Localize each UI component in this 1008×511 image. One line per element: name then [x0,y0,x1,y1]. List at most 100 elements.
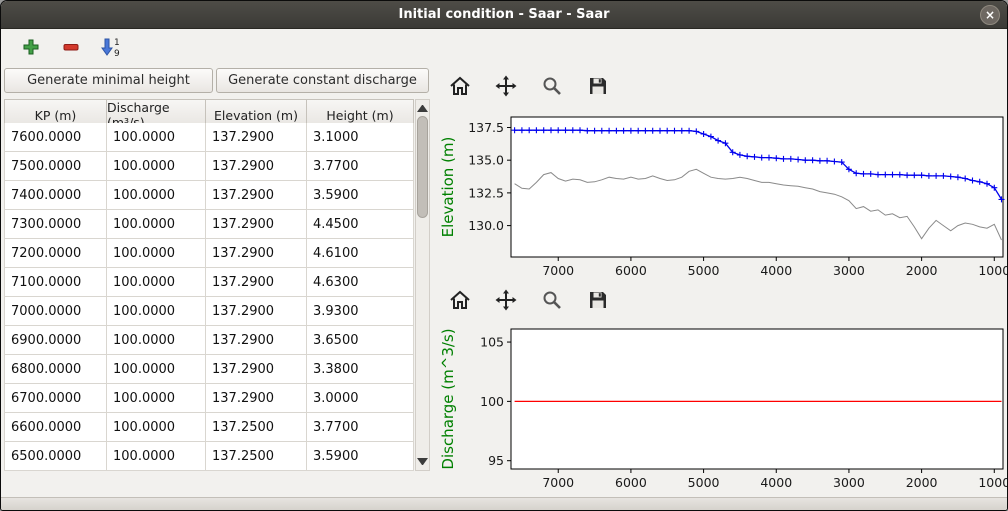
table-cell[interactable]: 100.0000 [107,442,206,471]
save-floppy-icon [586,288,610,312]
discharge-chart[interactable]: 700060005000400030002000100010510095Disc… [437,317,1008,499]
table-cell[interactable]: 137.2500 [206,413,307,442]
y-tick-label: 95 [488,453,504,468]
y-tick-label: 137.5 [468,120,504,135]
table-cell[interactable]: 7200.0000 [4,239,107,268]
generate-minimal-height-button[interactable]: Generate minimal height [4,68,213,93]
x-tick-label: 4000 [760,475,792,490]
table-cell[interactable]: 7400.0000 [4,181,107,210]
scroll-up-arrow-icon[interactable] [417,105,428,112]
remove-row-button[interactable] [57,33,85,61]
table-cell[interactable]: 100.0000 [107,297,206,326]
table-cell[interactable]: 137.2900 [206,268,307,297]
x-tick-label: 2000 [906,475,938,490]
zoom-button[interactable] [539,287,565,313]
table-cell[interactable]: 3.0000 [307,384,414,413]
table-cell[interactable]: 4.6100 [307,239,414,268]
table-cell[interactable]: 137.2900 [206,123,307,152]
table-cell[interactable]: 6600.0000 [4,413,107,442]
table-cell[interactable]: 6500.0000 [4,442,107,471]
table-cell[interactable]: 3.3800 [307,355,414,384]
table-scrollbar[interactable] [415,99,430,471]
x-tick-label: 4000 [760,263,792,278]
table-cell[interactable]: 7000.0000 [4,297,107,326]
table-row: 7000.0000100.0000137.29003.9300 [4,297,414,326]
x-tick-label: 3000 [833,263,865,278]
table-cell[interactable]: 4.6300 [307,268,414,297]
table-cell[interactable]: 137.2900 [206,210,307,239]
table-row: 7400.0000100.0000137.29003.5900 [4,181,414,210]
table-cell[interactable]: 137.2900 [206,355,307,384]
save-button[interactable] [585,73,611,99]
y-tick-label: 130.0 [468,218,504,233]
minus-icon [61,37,81,57]
plot-area [511,117,1003,257]
table-row: 6500.0000100.0000137.25003.5900 [4,442,414,471]
table-cell[interactable]: 3.7700 [307,152,414,181]
home-button[interactable] [447,287,473,313]
home-icon [448,74,472,98]
home-button[interactable] [447,73,473,99]
table-cell[interactable]: 3.5900 [307,442,414,471]
table-cell[interactable]: 3.7700 [307,413,414,442]
table-cell[interactable]: 3.1000 [307,123,414,152]
x-tick-label: 3000 [833,475,865,490]
table-cell[interactable]: 7300.0000 [4,210,107,239]
initial-condition-table: KP (m)Discharge (m³/s)Elevation (m)Heigh… [4,99,414,471]
table-cell[interactable]: 100.0000 [107,413,206,442]
sort-button[interactable]: 1 9 [97,33,125,61]
close-button[interactable]: × [980,5,1000,25]
zoom-button[interactable] [539,73,565,99]
table-cell[interactable]: 7600.0000 [4,123,107,152]
table-cell[interactable]: 100.0000 [107,355,206,384]
table-cell[interactable]: 137.2900 [206,326,307,355]
table-cell[interactable]: 7500.0000 [4,152,107,181]
pan-move-icon [494,74,518,98]
table-cell[interactable]: 137.2500 [206,442,307,471]
x-tick-label: 1000 [978,263,1008,278]
y-tick-label: 135.0 [468,153,504,168]
table-row: 7600.0000100.0000137.29003.1000 [4,123,414,152]
close-icon: × [985,9,995,21]
add-row-button[interactable] [17,33,45,61]
table-cell[interactable]: 6800.0000 [4,355,107,384]
table-cell[interactable]: 137.2900 [206,297,307,326]
x-tick-label: 6000 [615,475,647,490]
title-bar[interactable]: Initial condition - Saar - Saar × [1,1,1007,29]
table-cell[interactable]: 100.0000 [107,181,206,210]
table-cell[interactable]: 137.2900 [206,152,307,181]
generate-constant-discharge-button[interactable]: Generate constant discharge [216,68,429,93]
table-cell[interactable]: 3.6500 [307,326,414,355]
home-icon [448,288,472,312]
scrollbar-thumb[interactable] [417,116,428,218]
table-cell[interactable]: 137.2900 [206,384,307,413]
table-cell[interactable]: 6900.0000 [4,326,107,355]
save-button[interactable] [585,287,611,313]
table-cell[interactable]: 100.0000 [107,123,206,152]
table-cell[interactable]: 100.0000 [107,210,206,239]
table-cell[interactable]: 4.4500 [307,210,414,239]
table-cell[interactable]: 100.0000 [107,326,206,355]
table-cell[interactable]: 100.0000 [107,384,206,413]
table-cell[interactable]: 3.5900 [307,181,414,210]
status-bar [1,497,1007,511]
scroll-down-arrow-icon[interactable] [417,458,428,465]
table-cell[interactable]: 100.0000 [107,268,206,297]
table-cell[interactable]: 7100.0000 [4,268,107,297]
table-cell[interactable]: 3.9300 [307,297,414,326]
x-tick-label: 7000 [542,475,574,490]
pan-button[interactable] [493,73,519,99]
table-cell[interactable]: 137.2900 [206,181,307,210]
discharge-plot-toolbar [447,287,611,313]
table-cell[interactable]: 6700.0000 [4,384,107,413]
table-cell[interactable]: 137.2900 [206,239,307,268]
magnifier-icon [540,288,564,312]
table-cell[interactable]: 100.0000 [107,239,206,268]
table-cell[interactable]: 100.0000 [107,152,206,181]
plus-icon [21,37,41,57]
table-row: 7100.0000100.0000137.29004.6300 [4,268,414,297]
elevation-chart[interactable]: 7000600050004000300020001000137.5135.013… [437,105,1008,285]
pan-button[interactable] [493,287,519,313]
table-row: 6700.0000100.0000137.29003.0000 [4,384,414,413]
table-body: 7600.0000100.0000137.29003.10007500.0000… [4,123,414,471]
